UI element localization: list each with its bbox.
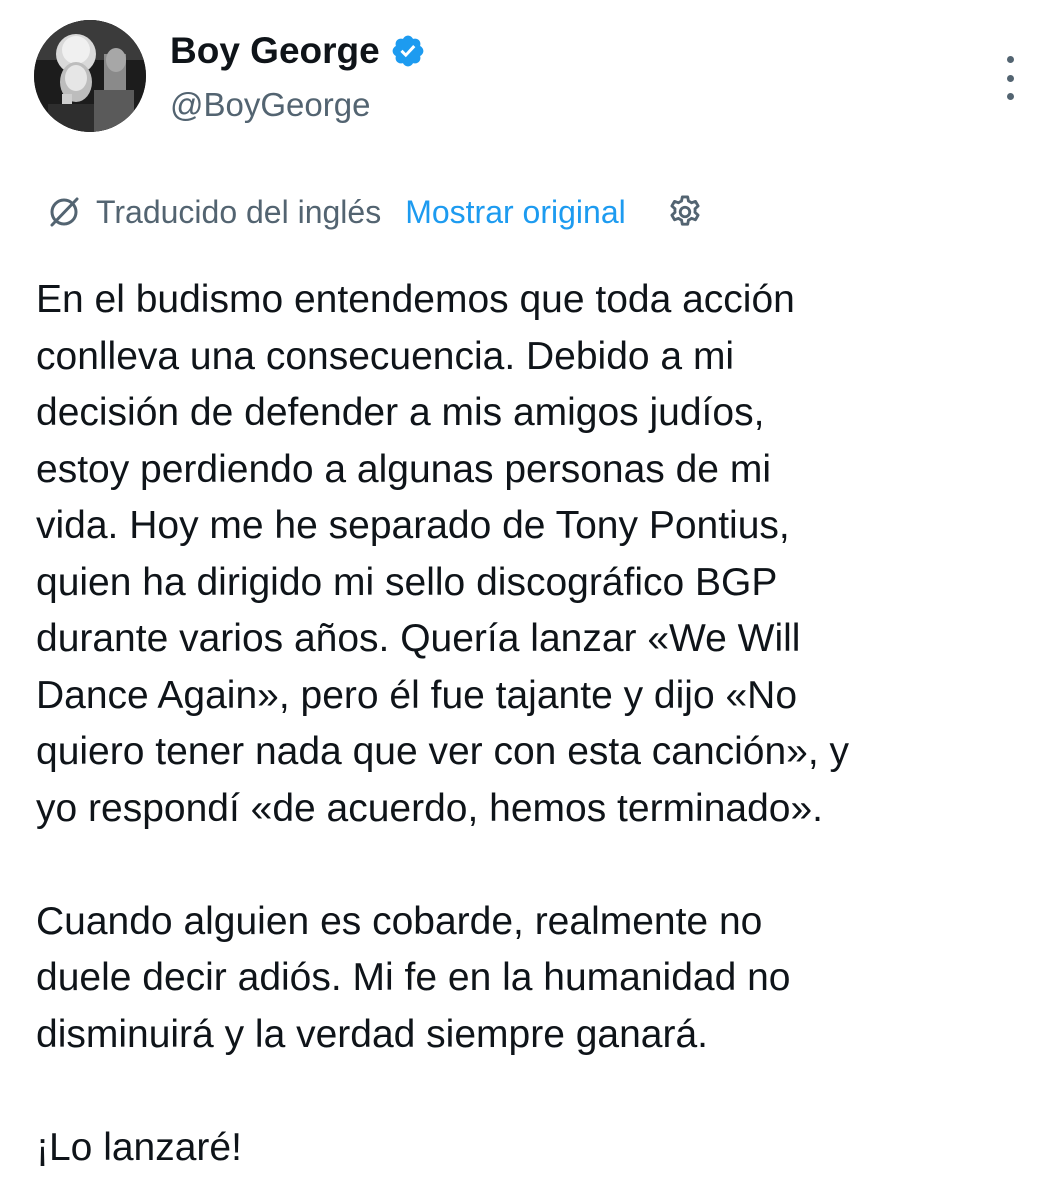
tweet-paragraph: En el budismo entendemos que toda acción… — [36, 272, 1026, 837]
tweet-line: yo respondí «de acuerdo, hemos terminado… — [36, 786, 823, 830]
tweet-line: duele decir adiós. Mi fe en la humanidad… — [36, 956, 791, 999]
tweet-line: Cuando alguien es cobarde, realmente no — [36, 899, 763, 943]
translate-icon — [50, 197, 79, 227]
translated-from-label: Traducido del inglés — [96, 193, 382, 230]
display-name[interactable]: Boy George — [170, 30, 380, 72]
tweet-line: conlleva una consecuencia. Debido a mi — [36, 334, 735, 378]
tweet-line: ¡Lo lanzaré! — [36, 1125, 242, 1169]
verified-badge-icon — [392, 35, 424, 67]
more-dot-icon — [1006, 74, 1014, 82]
more-dot-icon — [1006, 56, 1014, 63]
tweet-line: decisión de defender a mis amigos judíos… — [36, 391, 765, 434]
more-options-button[interactable] — [990, 56, 1030, 100]
tweet-line: quien ha dirigido mi sello discográfico … — [36, 560, 778, 604]
author-handle[interactable]: @BoyGeorge — [170, 86, 370, 124]
show-original-link[interactable]: Mostrar original — [405, 194, 626, 231]
tweet: Boy George @BoyGeorge Traducido del ingl… — [0, 0, 1053, 1200]
tweet-paragraph: ¡Lo lanzaré! — [36, 1120, 1026, 1177]
tweet-text: En el budismo entendemos que toda acción… — [36, 272, 1026, 1176]
tweet-line: Dance Again», pero él fue tajante y dijo… — [36, 673, 798, 717]
tweet-paragraph: Cuando alguien es cobarde, realmente no … — [36, 894, 1026, 1064]
tweet-line: quiero tener nada que ver con esta canci… — [36, 730, 850, 773]
profile-photo — [34, 20, 146, 132]
tweet-line: estoy perdiendo a algunas personas de mi — [36, 447, 771, 491]
gear-icon[interactable] — [666, 193, 704, 231]
avatar[interactable] — [34, 20, 146, 132]
more-dot-icon — [1006, 93, 1014, 100]
translation-bar: Traducido del inglés Mostrar original — [46, 188, 704, 236]
tweet-line: durante varios años. Quería lanzar «We W… — [36, 617, 801, 660]
tweet-line: disminuirá y la verdad siempre ganará. — [36, 1012, 708, 1056]
tweet-line: vida. Hoy me he separado de Tony Pontius… — [36, 504, 790, 547]
tweet-line: En el budismo entendemos que toda acción — [36, 278, 795, 321]
author-name-row: Boy George — [170, 26, 426, 76]
